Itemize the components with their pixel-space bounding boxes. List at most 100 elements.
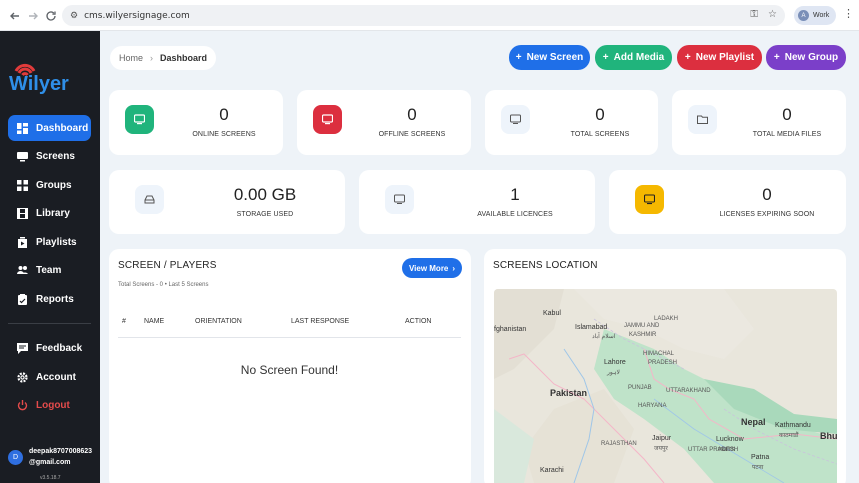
stat-card-total-media-files[interactable]: 0 TOTAL MEDIA FILES [672, 90, 846, 155]
playlist-icon [18, 236, 27, 248]
sidebar-item-label: Screens [36, 150, 75, 162]
map-label: HIMACHAL [643, 351, 675, 357]
plus-icon: + [602, 52, 609, 63]
new-screen-label: New Screen [526, 52, 584, 63]
sidebar-item-library[interactable]: Library [8, 200, 91, 226]
sidebar-item-label: Groups [36, 179, 72, 191]
new-screen-button[interactable]: + New Screen [509, 45, 590, 70]
breadcrumb-home[interactable]: Home [119, 53, 143, 63]
add-media-label: Add Media [613, 52, 665, 63]
stat-value: 1 [510, 185, 520, 204]
map-label: Karachi [540, 467, 564, 474]
feedback-icon [17, 342, 28, 354]
stat-label: TOTAL SCREENS [570, 131, 630, 138]
map-label: PUNJAB [628, 385, 652, 391]
stat-value: 0.00 GB [233, 185, 297, 204]
new-group-button[interactable]: + New Group [766, 45, 846, 70]
add-media-button[interactable]: + Add Media [595, 45, 672, 70]
stat-card-licenses-expiring[interactable]: 0 LICENSES EXPIRING SOON [609, 170, 846, 234]
folder-icon [688, 105, 717, 134]
stat-label: LICENSES EXPIRING SOON [719, 211, 815, 218]
breadcrumb-current: Dashboard [160, 53, 208, 63]
profile-button[interactable]: A Work [794, 6, 836, 25]
user-email: deepak8707008623 @gmail.com [29, 446, 99, 468]
view-more-label: View More [408, 263, 449, 273]
site-settings-icon[interactable]: ⚙ [70, 10, 78, 21]
map-label: Jaipur [652, 435, 672, 442]
new-playlist-label: New Playlist [695, 52, 755, 63]
chevron-right-icon: › [150, 53, 154, 63]
map-label: KASHMIR [629, 332, 657, 338]
sidebar-item-label: Library [36, 207, 70, 219]
stat-card-offline-screens[interactable]: 0 OFFLINE SCREENS [297, 90, 471, 155]
profile-avatar: A [798, 10, 809, 21]
sidebar-item-screens[interactable]: Screens [8, 143, 91, 169]
sidebar-item-feedback[interactable]: Feedback [8, 335, 91, 361]
map-label: UTTARAKHAND [666, 388, 711, 394]
browser-toolbar: ⚙ cms.wilyersignage.com ⚿ ☆ A Work ⋮ [0, 0, 859, 31]
stat-value: 0 [762, 185, 772, 204]
column-header-index: # [122, 318, 126, 325]
logo-text: Wilyer [9, 73, 69, 95]
map-label: Pakistan [550, 388, 588, 398]
map-label: لاہور [607, 370, 620, 376]
map-label: Lucknow [716, 436, 744, 443]
table-header-divider [118, 337, 461, 338]
map-label: LADAKH [654, 316, 679, 322]
user-email-line1: deepak8707008623 [29, 448, 93, 455]
address-bar[interactable]: ⚙ cms.wilyersignage.com ⚿ ☆ [62, 5, 785, 26]
browser-menu-icon[interactable]: ⋮ [843, 9, 854, 20]
sidebar-item-dashboard[interactable]: Dashboard [8, 115, 91, 141]
map-label: Islamabad [575, 324, 608, 331]
sidebar-divider [8, 323, 91, 324]
sidebar-item-label: Logout [36, 399, 70, 411]
team-icon [17, 265, 28, 274]
sidebar-item-reports[interactable]: Reports [8, 286, 91, 312]
sidebar: Wilyer Dashboard Screens Groups Library … [0, 31, 100, 483]
view-more-button[interactable]: View More › [402, 258, 462, 278]
sidebar-item-account[interactable]: Account [8, 364, 91, 390]
sidebar-item-label: Playlists [36, 236, 77, 248]
sidebar-item-playlists[interactable]: Playlists [8, 229, 91, 255]
forward-icon[interactable] [23, 6, 43, 26]
column-header-last-response: LAST RESPONSE [291, 318, 350, 325]
report-icon [18, 293, 27, 305]
players-summary: Total Screens - 0 • Last 5 Screens [118, 282, 209, 288]
empty-state-message: No Screen Found! [240, 363, 339, 377]
new-group-label: New Group [784, 52, 839, 63]
stat-value: 0 [782, 105, 792, 124]
bookmark-star-icon[interactable]: ☆ [768, 9, 777, 20]
sidebar-item-logout[interactable]: Logout [8, 392, 91, 418]
screens-map[interactable]: fghanistan Kabul Islamabad اسلام آباد JA… [494, 289, 837, 483]
avatar: D [8, 450, 23, 465]
map-label: UTTAR PRADESH [688, 447, 739, 453]
column-header-orientation: ORIENTATION [195, 318, 242, 325]
stat-label: STORAGE USED [236, 211, 294, 218]
map-label: اسلام آباد [592, 334, 616, 340]
back-icon[interactable] [5, 6, 25, 26]
map-label: Nepal [741, 417, 766, 427]
sidebar-item-team[interactable]: Team [8, 257, 91, 283]
password-key-icon[interactable]: ⚿ [750, 9, 758, 20]
film-icon [17, 207, 28, 219]
stat-card-storage-used[interactable]: 0.00 GB STORAGE USED [109, 170, 345, 234]
user-profile[interactable]: D deepak8707008623 @gmail.com [8, 446, 99, 468]
grid-icon [17, 179, 28, 191]
sidebar-item-label: Dashboard [36, 122, 89, 134]
logout-icon [17, 399, 28, 410]
monitor-icon [125, 105, 154, 134]
monitor-icon [501, 105, 530, 134]
map-label: काठमाडौं [779, 433, 799, 439]
monitor-icon [385, 185, 414, 214]
stat-card-available-licences[interactable]: 1 AVAILABLE LICENCES [359, 170, 595, 234]
map-label: Lahore [604, 359, 626, 366]
reload-icon[interactable] [41, 6, 61, 26]
stat-label: TOTAL MEDIA FILES [752, 131, 822, 138]
url-text: cms.wilyersignage.com [84, 10, 190, 21]
stat-card-online-screens[interactable]: 0 ONLINE SCREENS [109, 90, 283, 155]
stat-card-total-screens[interactable]: 0 TOTAL SCREENS [485, 90, 658, 155]
sidebar-item-groups[interactable]: Groups [8, 172, 91, 198]
breadcrumb: Home › Dashboard [110, 46, 217, 70]
map-label: RAJASTHAN [601, 441, 637, 447]
new-playlist-button[interactable]: + New Playlist [677, 45, 762, 70]
